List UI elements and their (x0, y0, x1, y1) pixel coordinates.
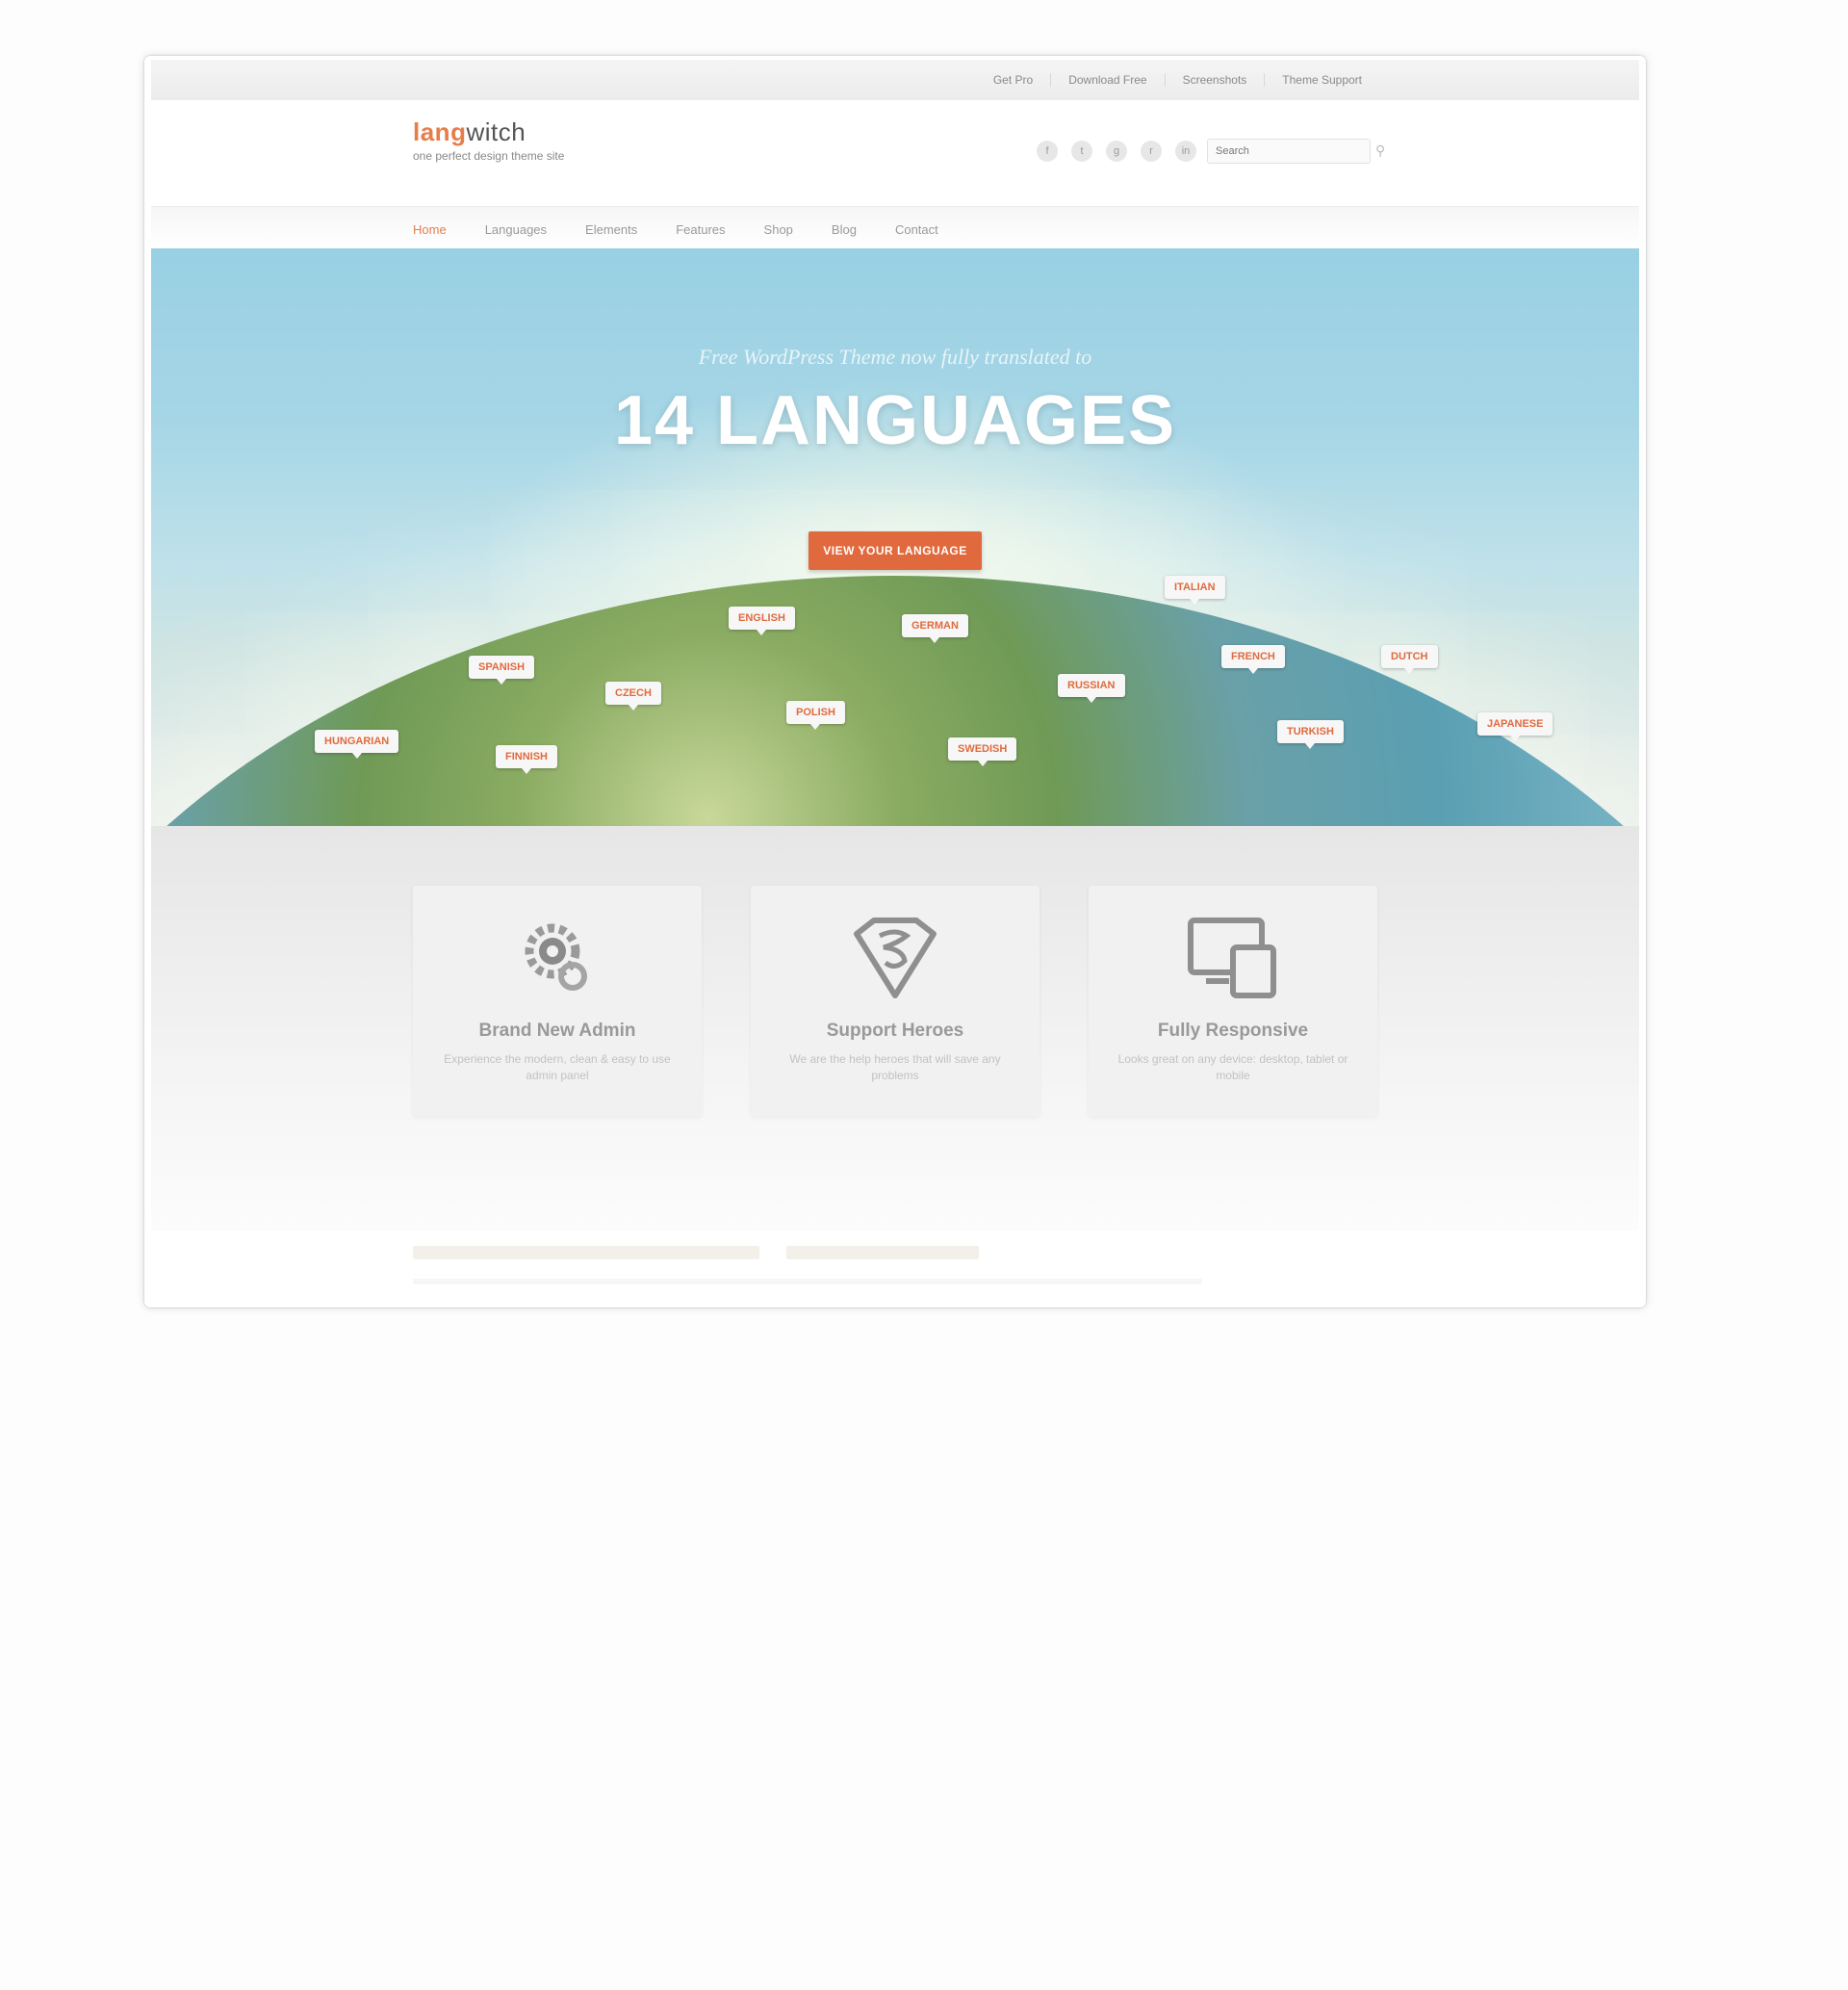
nav-item-contact[interactable]: Contact (895, 222, 938, 237)
logo-accent: lang (413, 117, 467, 146)
language-pin[interactable]: SPANISH (469, 656, 535, 685)
logo-tagline: one perfect design theme site (413, 149, 565, 163)
top-link-download[interactable]: Download Free (1050, 73, 1164, 87)
feature-title: Brand New Admin (478, 1021, 636, 1041)
hero-title: 14 LANGUAGES (613, 382, 1177, 459)
nav-item-home[interactable]: Home (413, 222, 447, 237)
content-placeholder (413, 1279, 1202, 1284)
content-placeholder (413, 1246, 759, 1259)
language-pin[interactable]: ENGLISH (729, 607, 795, 635)
globe-image (151, 576, 1639, 826)
top-link-screenshots[interactable]: Screenshots (1164, 73, 1265, 87)
language-pin[interactable]: GERMAN (902, 614, 968, 643)
hero-subtitle: Free WordPress Theme now fully translate… (698, 345, 1092, 369)
search-input[interactable] (1207, 139, 1371, 164)
content-placeholder (786, 1246, 979, 1259)
main-nav: Home Languages Elements Features Shop Bl… (151, 206, 1639, 249)
faded-content (151, 1230, 1639, 1307)
nav-item-blog[interactable]: Blog (832, 222, 857, 237)
facebook-icon[interactable]: f (1037, 141, 1058, 162)
googleplus-icon[interactable]: g (1106, 141, 1127, 162)
feature-title: Support Heroes (826, 1021, 964, 1041)
top-links: Get Pro Download Free Screenshots Theme … (976, 73, 1379, 87)
twitter-icon[interactable]: t (1071, 141, 1092, 162)
browser-frame: Get Pro Download Free Screenshots Theme … (144, 56, 1646, 1307)
language-pin[interactable]: CZECH (605, 682, 661, 711)
feature-text: Experience the modern, clean & easy to u… (444, 1052, 671, 1082)
nav-item-features[interactable]: Features (676, 222, 725, 237)
language-pin[interactable]: HUNGARIAN (315, 730, 399, 759)
top-link-support[interactable]: Theme Support (1264, 73, 1379, 87)
feature-text: Looks great on any device: desktop, tabl… (1117, 1052, 1348, 1082)
feature-title: Fully Responsive (1157, 1021, 1309, 1041)
language-pin[interactable]: TURKISH (1277, 720, 1344, 749)
feature-card: Brand New Admin Experience the modern, c… (413, 886, 702, 1117)
superman-icon (854, 917, 937, 998)
nav-item-elements[interactable]: Elements (585, 222, 637, 237)
devices-icon (1188, 917, 1276, 998)
features-section: Brand New Admin Experience the modern, c… (151, 826, 1639, 1230)
language-pin[interactable]: JAPANESE (1477, 712, 1553, 741)
search-icon[interactable]: ⚲ (1375, 142, 1385, 159)
language-pin[interactable]: FINNISH (496, 745, 557, 774)
language-pin[interactable]: FRENCH (1221, 645, 1285, 674)
language-pin[interactable]: DUTCH (1381, 645, 1438, 674)
language-pin[interactable]: SWEDISH (948, 737, 1017, 766)
feature-card: Fully Responsive Looks great on any devi… (1089, 886, 1377, 1117)
linkedin-icon[interactable]: in (1175, 141, 1196, 162)
page-content: Get Pro Download Free Screenshots Theme … (151, 60, 1639, 1307)
logo-rest: witch (466, 117, 526, 146)
rss-icon[interactable]: r (1141, 141, 1162, 162)
feature-text: We are the help heroes that will save an… (789, 1052, 1001, 1082)
nav-item-languages[interactable]: Languages (485, 222, 547, 237)
gear-icon (525, 923, 587, 991)
language-pin[interactable]: POLISH (786, 701, 845, 730)
social-icons: f t g r in (1037, 141, 1196, 162)
top-utility-bar: Get Pro Download Free Screenshots Theme … (151, 60, 1639, 101)
top-link-get-pro[interactable]: Get Pro (976, 73, 1050, 87)
logo-text: langwitch (413, 117, 564, 147)
site-logo[interactable]: langwitch one perfect design theme site (413, 117, 564, 163)
feature-card: Support Heroes We are the help heroes th… (751, 886, 1040, 1117)
language-pin[interactable]: ITALIAN (1165, 576, 1225, 605)
hero-banner: Free WordPress Theme now fully translate… (151, 248, 1639, 826)
language-pin[interactable]: RUSSIAN (1058, 674, 1125, 703)
site-header: langwitch one perfect design theme site … (151, 100, 1639, 206)
nav-item-shop[interactable]: Shop (764, 222, 793, 237)
nav-items: Home Languages Elements Features Shop Bl… (413, 222, 938, 237)
view-language-button[interactable]: VIEW YOUR LANGUAGE (808, 531, 982, 570)
